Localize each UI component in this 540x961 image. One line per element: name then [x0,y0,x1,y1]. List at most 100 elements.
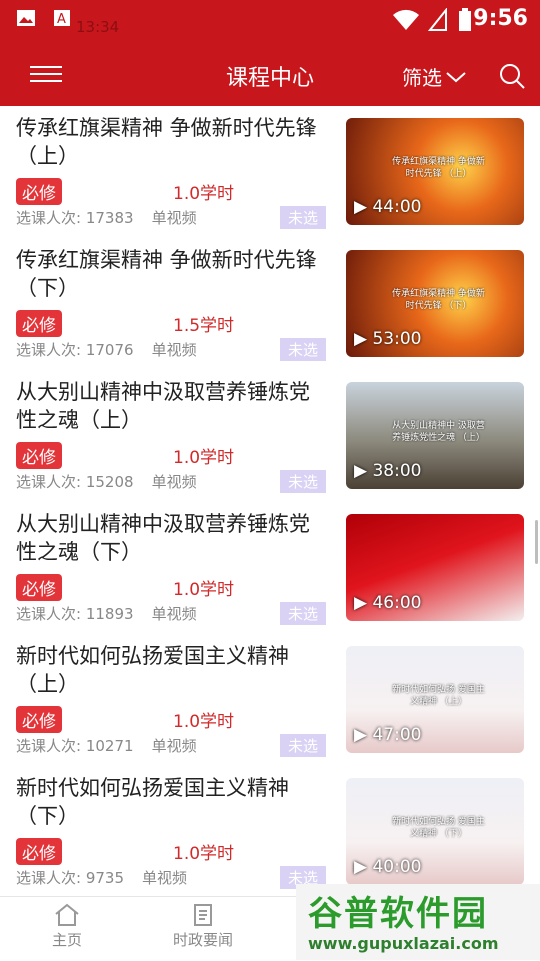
tab-home[interactable]: 主页 [22,903,112,950]
thumbnail-caption: 新时代如何弘扬 爱国主义精神 （上） [392,685,485,707]
course-meta: 选课人次: 9735 单视频 [16,867,187,888]
duration-value: 38:00 [372,461,422,481]
course-mode: 单视频 [151,605,197,623]
enroll-count: 15208 [85,473,134,491]
selection-status-badge[interactable]: 未选 [280,206,327,229]
selection-status-badge[interactable]: 未选 [280,470,327,493]
duration-value: 46:00 [372,593,422,613]
required-badge: 必修 [16,178,62,205]
course-thumbnail[interactable]: 传承红旗渠精神 争做新时代先锋 （上） ▶ 44:00 [346,118,524,225]
course-thumbnail[interactable]: 从大别山精神中 汲取营养锤炼党性之魂 （上） ▶ 38:00 [346,382,524,489]
required-badge: 必修 [16,574,62,601]
selection-status-badge[interactable]: 未选 [280,338,327,361]
tab-news[interactable]: 时政要闻 [158,903,248,950]
course-list[interactable]: 传承红旗渠精神 争做新时代先锋（上） 必修 1.0学时 选课人次: 17383 单视频未… [0,106,540,896]
course-mode: 单视频 [151,737,197,755]
status-small-time: 13:34 [76,18,120,36]
video-duration: ▶ 44:00 [354,197,422,217]
battery-icon [459,8,471,31]
enroll-count: 10271 [85,737,134,755]
credit-hours: 1.0学时 [173,448,235,468]
filter-button[interactable]: 筛选 [402,62,468,91]
course-mode: 单视频 [151,209,197,227]
course-title: 传承红旗渠精神 争做新时代先锋（下） [16,248,317,300]
home-icon [55,903,79,926]
course-item[interactable]: 传承红旗渠精神 争做新时代先锋（上） 必修 1.0学时选课人次: 17383 单视频 未… [0,106,540,238]
watermark-title: 谷普软件园 [308,894,488,934]
video-duration: ▶ 40:00 [354,857,422,877]
course-thumbnail[interactable]: 新时代如何弘扬 爱国主义精神 （上） ▶ 47:00 [346,646,524,753]
scrollbar[interactable] [535,520,538,564]
thumbnail-caption: 传承红旗渠精神 争做新时代先锋 （下） [392,289,485,311]
a-icon: A [54,10,70,27]
status-bar: A 13:34 9:56 [0,0,540,40]
enroll-count-label: 选课人次: [16,473,82,491]
credit-hours: 1.0学时 [173,184,235,204]
course-item[interactable]: 新时代如何弘扬爱国主义精神（下） 必修 1.0学时 选课人次: 9735 单视频 未选 新时… [0,766,540,896]
course-item[interactable]: 从大别山精神中汲取营养锤炼党性之魂（下） 必修 1.0学时选课人次: 11893 单视… [0,502,540,634]
video-duration: ▶ 46:00 [354,593,422,613]
enroll-count: 11893 [85,605,134,623]
app-bar: 课程中心 筛选 [0,40,540,106]
course-mode: 单视频 [151,341,197,359]
signal-icon [428,8,447,31]
thumbnail-caption: 传承红旗渠精神 争做新时代先锋 （上） [392,157,485,179]
course-item[interactable]: 新时代如何弘扬爱国主义精神（上） 必修 1.0学时 选课人次: 10271 单视频 未选新… [0,634,540,766]
video-duration: ▶ 47:00 [354,725,422,745]
course-thumbnail[interactable]: 新时代如何弘扬 爱国主义精神 （下） ▶ 40:00 [346,778,524,885]
status-time: 9:56 [473,6,528,31]
required-badge: 必修 [16,838,62,865]
course-meta: 选课人次: 17383 单视频 [16,207,197,228]
video-duration: ▶ 38:00 [354,461,422,481]
svg-text:A: A [57,12,66,27]
required-badge: 必修 [16,442,62,469]
course-meta: 选课人次: 15208 单视频 [16,471,197,492]
course-thumbnail[interactable]: 传承红旗渠精神 争做新时代先锋 （下） ▶ 53:00 [346,250,524,357]
enroll-count-label: 选课人次: [16,605,82,623]
course-item[interactable]: 传承红旗渠精神 争做新时代先锋（下） 必修 1.5学时选课人次: 17076 单视频 未… [0,238,540,370]
selection-status-badge[interactable]: 未选 [280,602,327,625]
credit-hours: 1.0学时 [173,844,235,864]
duration-value: 40:00 [372,857,422,877]
wifi-icon [393,9,419,30]
chevron-down-icon [446,71,466,82]
enroll-count-label: 选课人次: [16,737,82,755]
watermark: 谷普软件园 www.gupuxlazai.com [296,884,540,960]
video-duration: ▶ 53:00 [354,329,422,349]
image-icon [17,10,35,26]
course-mode: 单视频 [142,869,188,887]
course-meta: 选课人次: 17076 单视频 [16,339,197,360]
course-title: 新时代如何弘扬爱国主义精神（下） [16,776,289,828]
enroll-count-label: 选课人次: [16,209,82,227]
course-title: 从大别山精神中汲取营养锤炼党性之魂（上） [16,380,310,432]
selection-status-badge[interactable]: 未选 [280,734,327,757]
duration-value: 47:00 [372,725,422,745]
course-title: 新时代如何弘扬爱国主义精神（上） [16,644,289,696]
enroll-count: 9735 [85,869,125,887]
course-title: 传承红旗渠精神 争做新时代先锋（上） [16,116,317,168]
required-badge: 必修 [16,310,62,337]
course-meta: 选课人次: 10271 单视频 [16,735,197,756]
course-thumbnail[interactable]: ▶ 46:00 [346,514,524,621]
enroll-count-label: 选课人次: [16,341,82,359]
enroll-count: 17076 [85,341,134,359]
credit-hours: 1.5学时 [173,316,235,336]
thumbnail-caption: 新时代如何弘扬 爱国主义精神 （下） [392,817,485,839]
credit-hours: 1.0学时 [173,712,235,732]
tab-home-label: 主页 [51,931,82,949]
duration-value: 44:00 [372,197,422,217]
filter-label: 筛选 [402,66,442,90]
course-meta: 选课人次: 11893 单视频 [16,603,197,624]
thumbnail-caption: 从大别山精神中 汲取营养锤炼党性之魂 （上） [392,421,485,443]
course-title: 从大别山精神中汲取营养锤炼党性之魂（下） [16,512,310,564]
credit-hours: 1.0学时 [173,580,235,600]
enroll-count-label: 选课人次: [16,869,82,887]
enroll-count: 17383 [85,209,134,227]
document-icon [194,904,212,926]
search-icon[interactable] [498,62,526,90]
required-badge: 必修 [16,706,62,733]
course-item[interactable]: 从大别山精神中汲取营养锤炼党性之魂（上） 必修 1.0学时选课人次: 15208 单视… [0,370,540,502]
watermark-url: www.gupuxlazai.com [308,934,499,953]
duration-value: 53:00 [372,329,422,349]
course-mode: 单视频 [151,473,197,491]
